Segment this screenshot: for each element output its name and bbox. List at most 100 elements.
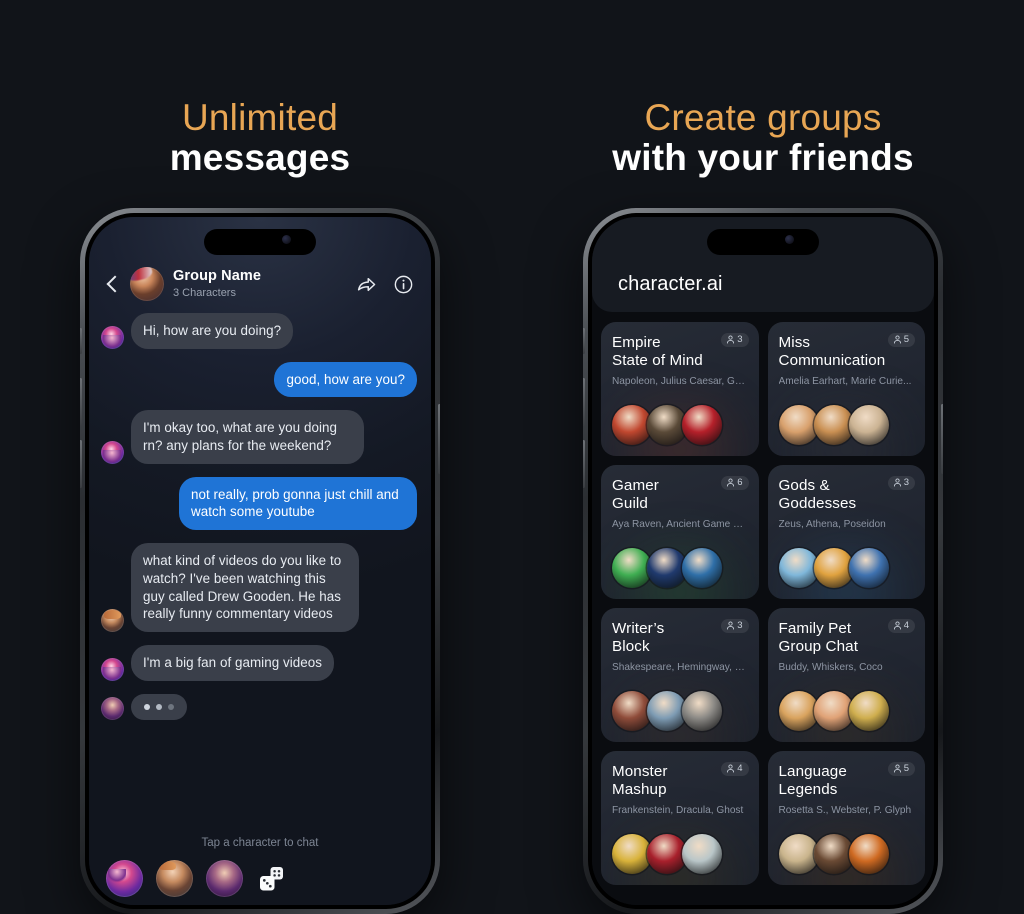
message-bubble: not really, prob gonna just chill and wa… xyxy=(179,476,417,531)
group-card[interactable]: 3 Empire State of Mind Napoleon, Julius Cae… xyxy=(601,322,759,456)
member-count-badge: 3 xyxy=(887,476,915,490)
message-avatar[interactable] xyxy=(101,657,124,681)
phone-bezel: Group Name 3 Characters Hi, how are you … xyxy=(85,213,435,909)
group-card-members: Frankenstein, Dracula, Ghost xyxy=(612,805,744,817)
member-count-badge: 6 xyxy=(721,476,749,490)
dynamic-island xyxy=(707,229,819,255)
group-member-avatar xyxy=(647,405,687,445)
group-card-avatars xyxy=(778,548,889,588)
message-bubble: good, how are you? xyxy=(274,361,417,398)
chevron-left-icon[interactable] xyxy=(103,275,121,293)
group-member-avatar xyxy=(813,834,854,874)
group-member-avatar xyxy=(813,405,854,445)
group-card-title-line2: Mashup xyxy=(612,781,667,799)
group-card-title-line2: Group Chat xyxy=(778,638,859,656)
volume-up-button[interactable] xyxy=(80,378,82,426)
group-member-avatar xyxy=(778,834,819,874)
member-count-value: 3 xyxy=(903,477,909,488)
volume-up-button[interactable] xyxy=(583,378,585,426)
message-row-typing xyxy=(101,693,417,720)
member-count-value: 4 xyxy=(737,763,743,774)
typing-dot xyxy=(168,703,174,710)
group-card[interactable]: 6 Gamer Guild Aya Raven, Ancient Game M... xyxy=(601,465,759,599)
chat-header: Group Name 3 Characters xyxy=(89,261,431,311)
person-icon xyxy=(893,764,901,773)
group-avatar[interactable] xyxy=(130,267,164,301)
group-card-avatars xyxy=(612,405,722,445)
share-arrow-icon[interactable] xyxy=(356,274,377,295)
power-button[interactable] xyxy=(438,404,440,474)
group-member-avatar xyxy=(682,691,722,731)
group-card-title-line1: Gods & xyxy=(778,477,830,494)
dice-icon[interactable] xyxy=(258,866,288,892)
front-camera-icon xyxy=(282,235,291,244)
silent-switch[interactable] xyxy=(583,328,585,354)
person-icon xyxy=(893,621,901,630)
group-card-title-line1: Family Pet xyxy=(778,620,852,637)
chat-footer: Tap a character to chat xyxy=(89,837,431,897)
message-bubble: Hi, how are you doing? xyxy=(131,313,294,349)
dynamic-island xyxy=(204,229,316,255)
group-member-avatar xyxy=(682,834,722,874)
group-member-avatar xyxy=(647,691,687,731)
message-avatar[interactable] xyxy=(101,440,124,464)
front-camera-icon xyxy=(785,235,794,244)
group-member-avatar xyxy=(778,691,819,731)
group-card-members: Napoleon, Julius Caesar, Ge... xyxy=(612,376,748,388)
message-row: Hi, how are you doing? xyxy=(101,313,417,349)
message-avatar[interactable] xyxy=(101,608,124,632)
message-row: what kind of videos do you like to watch… xyxy=(101,543,417,632)
silent-switch[interactable] xyxy=(80,328,82,354)
member-count-badge: 5 xyxy=(887,333,915,347)
character-chip-drew[interactable] xyxy=(156,860,193,897)
chat-header-actions xyxy=(356,274,414,295)
group-card-title-line2: Communication xyxy=(778,352,886,370)
volume-down-button[interactable] xyxy=(583,440,585,488)
group-card[interactable]: 4 Monster Mashup Frankenstein, Dracula, Gho… xyxy=(601,751,759,885)
group-chat-view: Group Name 3 Characters Hi, how are you … xyxy=(89,217,431,905)
group-member-avatar xyxy=(612,834,652,874)
character-chip-purple[interactable] xyxy=(206,860,243,897)
group-card-title-line1: Writer’s xyxy=(612,620,665,637)
member-count-value: 5 xyxy=(903,763,909,774)
group-card[interactable]: 3 Gods & Goddesses Zeus, Athena, Poseidon xyxy=(767,465,925,599)
phone-mockup-groups: character.ai 3 Empire State of Mind Napoleo… xyxy=(583,208,943,914)
tap-hint-label: Tap a character to chat xyxy=(201,837,319,849)
chat-header-text: Group Name 3 Characters xyxy=(173,267,347,300)
character-chip-aya[interactable] xyxy=(106,860,143,897)
info-circle-icon[interactable] xyxy=(393,274,414,295)
group-member-avatar xyxy=(813,691,854,731)
phone-mockup-chat: Group Name 3 Characters Hi, how are you … xyxy=(80,208,440,914)
member-count-badge: 4 xyxy=(887,619,915,633)
typing-dot xyxy=(144,703,150,710)
group-card-title-line1: Empire xyxy=(612,334,661,351)
group-member-avatar xyxy=(848,548,889,588)
power-button[interactable] xyxy=(941,404,943,474)
message-row: good, how are you? xyxy=(101,361,417,398)
group-card[interactable]: 5 Language Legends Rosetta S., Webster, P. … xyxy=(767,751,925,885)
group-card-avatars xyxy=(778,834,889,874)
message-avatar[interactable] xyxy=(101,325,124,349)
volume-down-button[interactable] xyxy=(80,440,82,488)
group-card-members: Rosetta S., Webster, P. Glyph xyxy=(778,805,912,817)
phone-screen-groups: character.ai 3 Empire State of Mind Napoleo… xyxy=(592,217,934,905)
member-count-badge: 5 xyxy=(887,762,915,776)
group-member-avatar xyxy=(682,548,722,588)
person-icon xyxy=(893,335,901,344)
member-count-value: 3 xyxy=(737,334,743,345)
group-card-title-line2: Goddesses xyxy=(778,495,857,513)
group-card[interactable]: 4 Family Pet Group Chat Buddy, Whiskers, Co… xyxy=(767,608,925,742)
group-card-title-line1: Monster xyxy=(612,763,668,780)
message-list: Hi, how are you doing? good, how are you… xyxy=(89,311,431,720)
member-count-value: 6 xyxy=(737,477,743,488)
person-icon xyxy=(727,478,735,487)
group-member-avatar xyxy=(778,548,819,588)
group-member-avatar xyxy=(848,691,889,731)
message-avatar[interactable] xyxy=(101,696,124,720)
group-card[interactable]: 5 Miss Communication Amelia Earhart, Marie … xyxy=(767,322,925,456)
group-card[interactable]: 3 Writer’s Block Shakespeare, Hemingway, M.… xyxy=(601,608,759,742)
person-icon xyxy=(727,764,735,773)
member-count-badge: 4 xyxy=(721,762,749,776)
group-member-avatar xyxy=(682,405,722,445)
group-member-avatar xyxy=(612,548,652,588)
